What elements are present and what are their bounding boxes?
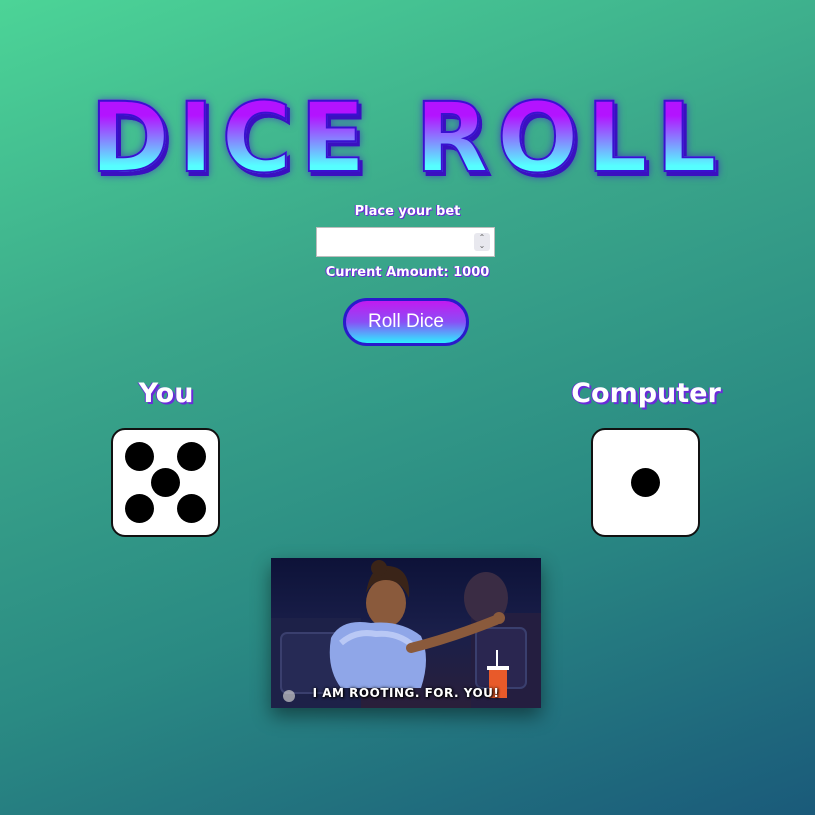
die-pip — [631, 468, 660, 497]
die-computer — [591, 428, 700, 537]
die-pip — [177, 494, 207, 524]
roll-dice-button[interactable]: Roll Dice — [343, 298, 469, 346]
current-amount: Current Amount: 1000 — [325, 265, 490, 280]
gif-caption: I AM ROOTING. FOR. YOU! — [312, 686, 500, 700]
game-title: DICE ROLL — [0, 78, 815, 198]
bet-field[interactable]: ⌃ ⌄ — [316, 227, 495, 257]
bet-input[interactable] — [317, 228, 467, 256]
player-label-you: You — [138, 378, 194, 409]
game-title-text: DICE ROLL — [89, 81, 725, 195]
die-pip — [124, 494, 154, 524]
die-pip — [177, 441, 207, 471]
reaction-gif: I AM ROOTING. FOR. YOU! — [271, 558, 541, 708]
bet-label: Place your bet — [354, 204, 461, 219]
die-pip — [124, 441, 154, 471]
die-you — [111, 428, 220, 537]
number-spinner[interactable]: ⌃ ⌄ — [474, 233, 490, 251]
die-pip — [151, 468, 180, 497]
spinner-down-icon[interactable]: ⌄ — [479, 242, 486, 250]
player-label-computer: Computer — [571, 378, 721, 409]
